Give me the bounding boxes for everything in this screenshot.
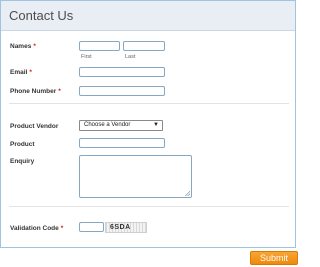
section-divider [9,103,289,104]
email-field[interactable] [79,67,165,77]
names-label: Names * [10,43,36,50]
page-title: Contact Us [9,8,74,23]
product-field[interactable] [79,138,165,148]
required-marker: * [33,43,36,50]
contact-form-panel: Contact Us Names * First Last Email * Phon… [0,0,296,248]
chevron-down-icon: ▼ [153,122,159,128]
first-sublabel: First [81,54,92,60]
phone-field[interactable] [79,86,165,96]
first-name-input[interactable] [79,41,120,51]
validation-label: Validation Code * [10,225,64,232]
phone-label: Phone Number * [10,88,61,95]
vendor-select-value: Choose a Vendor [84,122,131,128]
vendor-select[interactable]: Choose a Vendor ▼ [79,120,163,131]
last-name-input[interactable] [123,41,165,51]
required-marker: * [29,69,32,76]
panel-header: Contact Us [1,1,295,31]
validation-code-input[interactable] [79,222,104,232]
product-vendor-label: Product Vendor [10,123,59,130]
required-marker: * [60,225,64,232]
captcha-image: 6SDA [105,222,147,233]
required-marker: * [58,88,61,95]
captcha-text: 6SDA [110,224,131,231]
product-label: Product [10,141,35,148]
submit-button[interactable]: Submit [250,251,298,265]
enquiry-label: Enquiry [10,158,35,165]
last-sublabel: Last [125,54,136,60]
section-divider [9,206,289,207]
resize-grip-icon[interactable] [185,191,190,196]
enquiry-textarea[interactable] [79,155,192,198]
email-label: Email * [10,69,32,76]
